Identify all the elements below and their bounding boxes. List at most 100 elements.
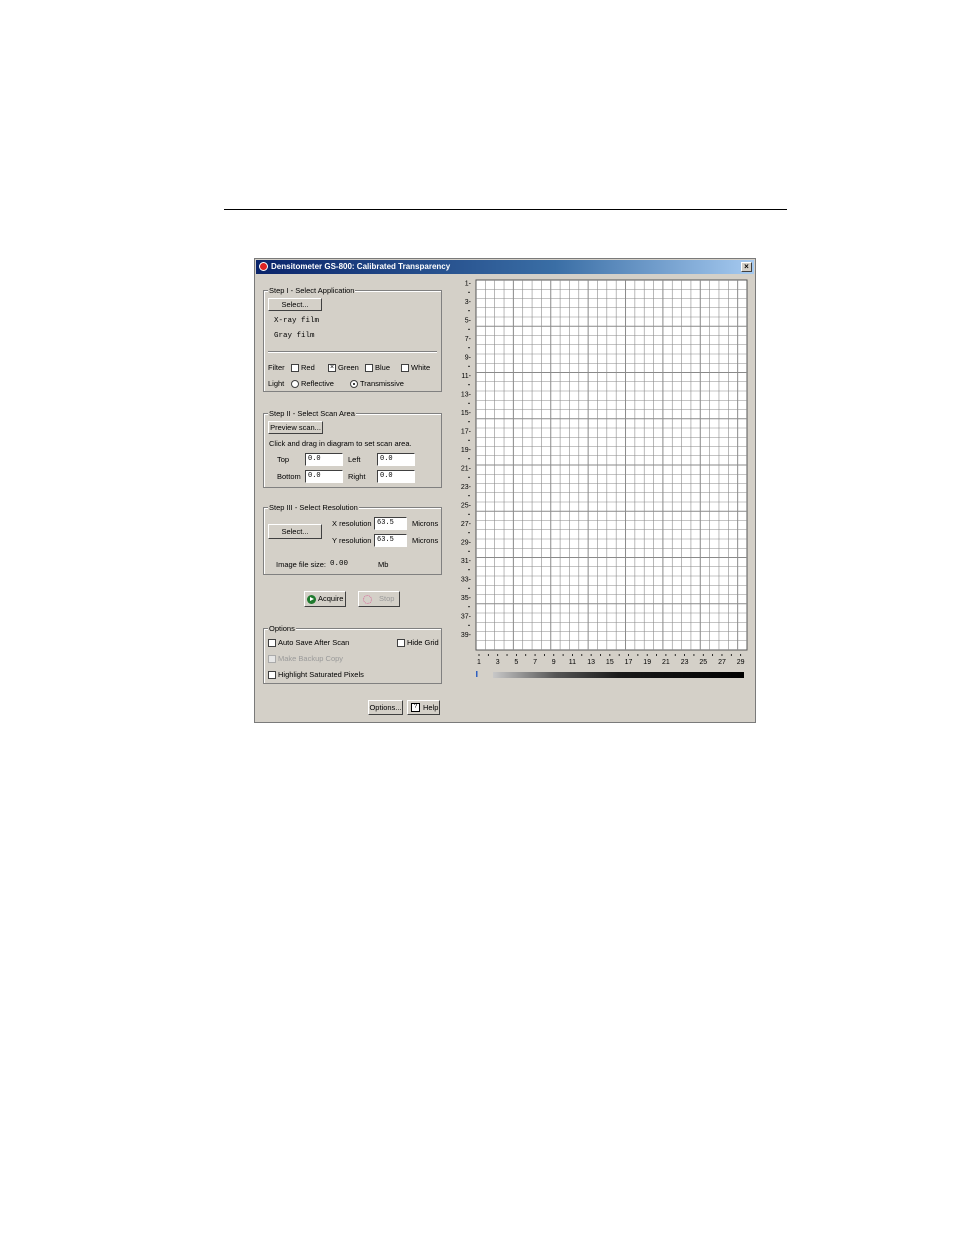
filter-blue-checkbox[interactable] xyxy=(365,364,373,372)
x-axis-label: 23 xyxy=(681,659,689,666)
filter-white-label: White xyxy=(411,363,431,372)
separator xyxy=(268,351,437,353)
select-application-button[interactable]: Select... xyxy=(268,298,322,311)
left-input[interactable]: 0.0 xyxy=(377,453,415,466)
hide-grid-checkbox[interactable] xyxy=(397,639,405,647)
filter-white-checkbox[interactable] xyxy=(401,364,409,372)
page-rule xyxy=(224,209,787,210)
filter-green-label: Green xyxy=(338,363,359,372)
stop-button[interactable]: Stop xyxy=(358,591,400,607)
y-axis-label: 35- xyxy=(461,595,472,602)
options-label: Options xyxy=(268,624,296,633)
top-input[interactable]: 0.0 xyxy=(305,453,343,466)
stop-icon xyxy=(363,595,372,604)
x-axis-label: 7 xyxy=(533,659,537,666)
window-title: Densitometer GS-800: Calibrated Transpar… xyxy=(271,262,451,271)
step1-group: Step I - Select Application Select... X-… xyxy=(263,286,442,392)
light-transmissive-radio[interactable] xyxy=(350,380,358,388)
preview-scan-button[interactable]: Preview scan... xyxy=(268,421,323,434)
y-axis-label: 39- xyxy=(461,632,472,639)
help-icon: ? xyxy=(411,703,420,712)
light-transmissive-label: Transmissive xyxy=(360,379,404,388)
x-axis-label: 17 xyxy=(625,659,633,666)
scan-area-instruction: Click and drag in diagram to set scan ar… xyxy=(269,439,412,448)
density-marker xyxy=(476,671,478,677)
x-resolution-input[interactable]: 63.5 xyxy=(374,517,407,530)
x-resolution-label: X resolution xyxy=(332,519,372,528)
bottom-input[interactable]: 0.0 xyxy=(305,470,343,483)
y-axis-label: 27- xyxy=(461,521,472,528)
image-filesize-label: Image file size: xyxy=(276,560,327,569)
y-resolution-input[interactable]: 63.5 xyxy=(374,534,407,547)
highlight-label: Highlight Saturated Pixels xyxy=(278,670,364,679)
x-axis-label: 21 xyxy=(662,659,670,666)
x-axis-label: 1 xyxy=(477,659,481,666)
backup-checkbox[interactable] xyxy=(268,655,276,663)
top-label: Top xyxy=(277,455,290,464)
y-axis-label: 3- xyxy=(465,299,472,306)
y-axis-label: 19- xyxy=(461,447,472,454)
y-resolution-unit: Microns xyxy=(412,536,439,545)
auto-save-checkbox[interactable] xyxy=(268,639,276,647)
y-axis-label: 9- xyxy=(465,355,472,362)
x-axis-label: 15 xyxy=(606,659,614,666)
x-axis-label: 11 xyxy=(569,659,576,666)
y-axis-label: 23- xyxy=(461,484,472,491)
filter-label: Filter xyxy=(268,363,285,372)
select-resolution-button[interactable]: Select... xyxy=(268,524,322,539)
help-button[interactable]: ? Help xyxy=(407,700,440,715)
y-axis-label: 1- xyxy=(465,281,472,288)
y-resolution-label: Y resolution xyxy=(332,536,372,545)
x-axis-label: 13 xyxy=(587,659,595,666)
y-axis-label: 25- xyxy=(461,503,472,510)
right-input[interactable]: 0.0 xyxy=(377,470,415,483)
app-icon xyxy=(259,262,268,271)
x-axis-label: 29 xyxy=(737,659,745,666)
y-axis-label: 7- xyxy=(465,336,472,343)
light-reflective-radio[interactable] xyxy=(291,380,299,388)
x-axis-label: 25 xyxy=(699,659,707,666)
filter-red-checkbox[interactable] xyxy=(291,364,299,372)
step1-label: Step I - Select Application xyxy=(268,286,356,295)
auto-save-label: Auto Save After Scan xyxy=(278,638,350,647)
close-icon: × xyxy=(744,262,749,271)
x-axis-label: 9 xyxy=(552,659,556,666)
y-axis-label: 31- xyxy=(461,558,472,565)
application-item[interactable]: X-ray film xyxy=(274,317,319,325)
filter-green-checkbox[interactable]: × xyxy=(328,364,336,372)
y-axis-label: 21- xyxy=(461,466,472,473)
image-filesize-unit: Mb xyxy=(378,560,389,569)
y-axis-label: 17- xyxy=(461,429,472,436)
y-axis-label: 33- xyxy=(461,577,472,584)
y-axis-label: 29- xyxy=(461,540,472,547)
stop-label: Stop xyxy=(379,594,395,603)
filter-blue-label: Blue xyxy=(375,363,391,372)
scan-area-grid[interactable]: 1- 3- 5- 7- 9- 11- 13- 15- 17- 19- 21- 23- 25- 27- 29-… xyxy=(451,277,751,682)
backup-label: Make Backup Copy xyxy=(278,654,344,663)
title-bar[interactable]: Densitometer GS-800: Calibrated Transpar… xyxy=(256,260,754,274)
options-group: Options Auto Save After Scan Hide Grid M… xyxy=(263,624,442,684)
x-axis-label: 27 xyxy=(718,659,726,666)
left-label: Left xyxy=(348,455,361,464)
y-axis-label: 11- xyxy=(461,373,471,380)
close-button[interactable]: × xyxy=(741,262,752,272)
help-label: Help xyxy=(423,703,439,712)
light-reflective-label: Reflective xyxy=(301,379,334,388)
acquire-button[interactable]: Acquire xyxy=(304,591,346,607)
highlight-checkbox[interactable] xyxy=(268,671,276,679)
x-axis-label: 19 xyxy=(643,659,651,666)
light-label: Light xyxy=(268,379,285,388)
bottom-label: Bottom xyxy=(277,472,301,481)
play-icon xyxy=(307,595,316,604)
acquire-label: Acquire xyxy=(318,594,344,603)
step2-group: Step II - Select Scan Area Preview scan.… xyxy=(263,409,442,488)
densitometer-window: Densitometer GS-800: Calibrated Transpar… xyxy=(254,258,756,723)
x-axis-label: 3 xyxy=(496,659,500,666)
density-strip xyxy=(493,672,744,678)
x-axis-label: 5 xyxy=(514,659,518,666)
x-resolution-unit: Microns xyxy=(412,519,439,528)
options-button[interactable]: Options... xyxy=(368,700,403,715)
step2-label: Step II - Select Scan Area xyxy=(268,409,356,418)
right-label: Right xyxy=(348,472,366,481)
application-item[interactable]: Gray film xyxy=(274,332,315,340)
